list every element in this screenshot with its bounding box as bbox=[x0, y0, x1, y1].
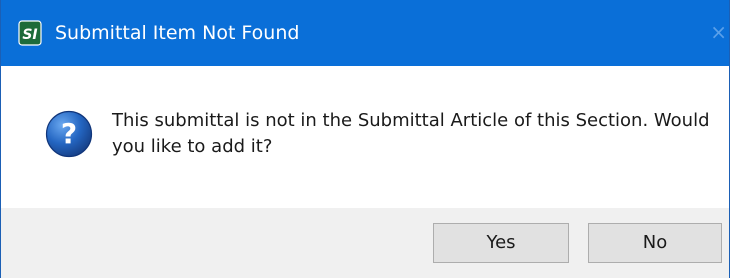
window-title: Submittal Item Not Found bbox=[55, 22, 300, 44]
close-icon[interactable]: × bbox=[710, 18, 727, 46]
button-bar: Yes No bbox=[1, 208, 729, 278]
dialog-content: ? This submittal is not in the Submittal… bbox=[1, 66, 729, 208]
title-bar[interactable]: SI Submittal Item Not Found × bbox=[1, 0, 729, 66]
question-icon: ? bbox=[45, 110, 93, 158]
svg-text:?: ? bbox=[61, 117, 77, 150]
message-dialog: SI Submittal Item Not Found × ? This sub… bbox=[0, 0, 730, 278]
dialog-message: This submittal is not in the Submittal A… bbox=[112, 110, 710, 157]
si-logo-icon: SI bbox=[18, 20, 42, 46]
yes-button[interactable]: Yes bbox=[433, 223, 569, 263]
svg-text:SI: SI bbox=[22, 27, 37, 43]
no-button[interactable]: No bbox=[588, 223, 722, 263]
